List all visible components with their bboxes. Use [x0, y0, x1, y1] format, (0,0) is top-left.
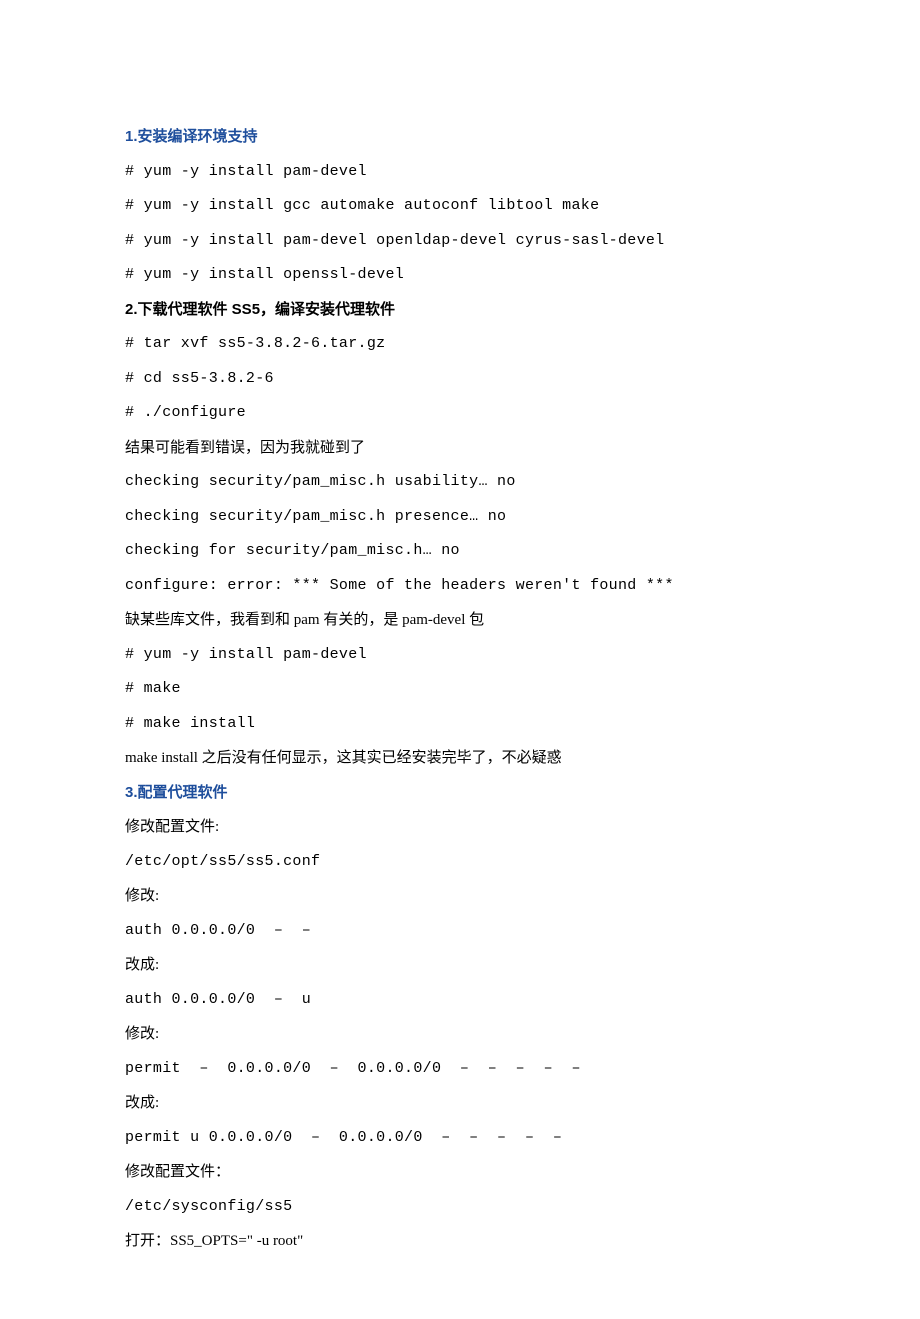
document-content: 1.安装编译环境支持 # yum -y install pam-devel # …: [125, 120, 795, 1259]
text-line: 缺某些库文件，我看到和 pam 有关的，是 pam-devel 包: [125, 603, 795, 638]
code-line: permit – 0.0.0.0/0 – 0.0.0.0/0 – – – – –: [125, 1052, 795, 1087]
text-line: 打开：SS5_OPTS=" -u root": [125, 1224, 795, 1259]
code-line: configure: error: *** Some of the header…: [125, 569, 795, 604]
code-line: # yum -y install pam-devel: [125, 638, 795, 673]
code-line: # yum -y install pam-devel openldap-deve…: [125, 224, 795, 259]
code-line: checking for security/pam_misc.h… no: [125, 534, 795, 569]
code-line: # ./configure: [125, 396, 795, 431]
code-line: # yum -y install openssl-devel: [125, 258, 795, 293]
code-line: /etc/opt/ss5/ss5.conf: [125, 845, 795, 880]
code-line: auth 0.0.0.0/0 – –: [125, 914, 795, 949]
code-line: # make: [125, 672, 795, 707]
text-line: make install 之后没有任何显示，这其实已经安装完毕了，不必疑惑: [125, 741, 795, 776]
code-line: checking security/pam_misc.h usability… …: [125, 465, 795, 500]
code-line: # tar xvf ss5-3.8.2-6.tar.gz: [125, 327, 795, 362]
code-line: # yum -y install gcc automake autoconf l…: [125, 189, 795, 224]
code-line: # cd ss5-3.8.2-6: [125, 362, 795, 397]
text-line: 结果可能看到错误，因为我就碰到了: [125, 431, 795, 466]
text-line: 改成:: [125, 1086, 795, 1121]
text-line: 改成:: [125, 948, 795, 983]
text-line: 修改配置文件：: [125, 1155, 795, 1190]
section-1-heading: 1.安装编译环境支持: [125, 120, 795, 155]
text-line: 修改配置文件:: [125, 810, 795, 845]
code-line: # make install: [125, 707, 795, 742]
code-line: # yum -y install pam-devel: [125, 155, 795, 190]
code-line: checking security/pam_misc.h presence… n…: [125, 500, 795, 535]
text-line: 修改:: [125, 1017, 795, 1052]
code-line: auth 0.0.0.0/0 – u: [125, 983, 795, 1018]
text-line: 修改:: [125, 879, 795, 914]
code-line: permit u 0.0.0.0/0 – 0.0.0.0/0 – – – – –: [125, 1121, 795, 1156]
section-3-heading: 3.配置代理软件: [125, 776, 795, 811]
section-2-heading: 2.下载代理软件 SS5，编译安装代理软件: [125, 293, 795, 328]
code-line: /etc/sysconfig/ss5: [125, 1190, 795, 1225]
